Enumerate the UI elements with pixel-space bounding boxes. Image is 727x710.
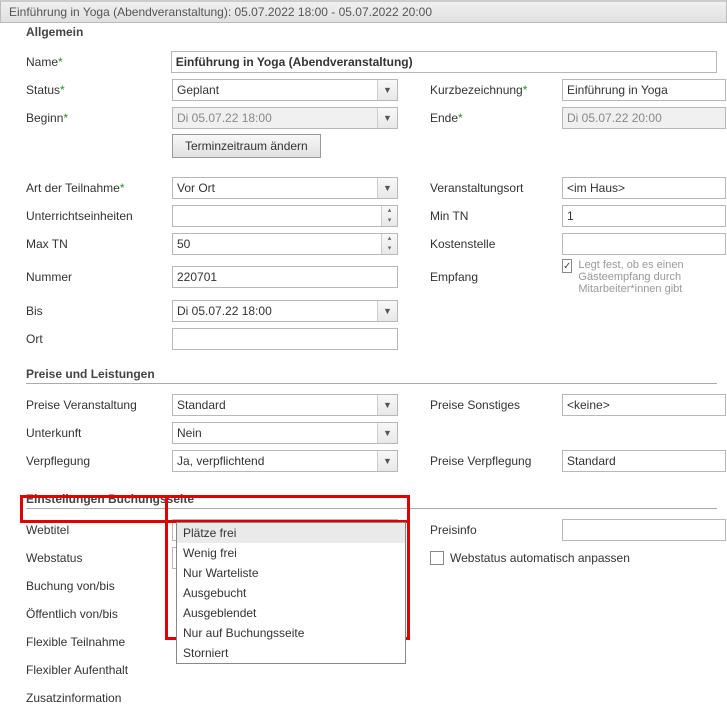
label-name: Name* xyxy=(26,55,171,69)
label-ende: Ende* xyxy=(430,111,562,125)
label-ps: Preise Sonstiges xyxy=(430,398,562,412)
label-ort: Ort xyxy=(26,332,172,346)
label-ue: Unterrichtseinheiten xyxy=(26,209,172,223)
section-allgemein: Allgemein xyxy=(26,23,717,41)
input-bis[interactable]: Di 05.07.22 18:00▼ xyxy=(172,300,398,322)
select-unterkunft[interactable]: Nein▼ xyxy=(172,422,398,444)
label-pverpflegung: Preise Verpflegung xyxy=(430,454,562,468)
webstatus-dropdown[interactable]: Plätze frei Wenig frei Nur Warteliste Au… xyxy=(176,522,406,664)
input-ort[interactable] xyxy=(172,328,398,350)
label-beginn: Beginn* xyxy=(26,111,172,125)
section-preise: Preise und Leistungen xyxy=(26,361,717,384)
select-pverpflegung[interactable]: Standard xyxy=(562,450,726,472)
input-kostenstelle[interactable] xyxy=(562,233,726,255)
label-veranstaltungsort: Veranstaltungsort xyxy=(430,181,562,195)
chevron-down-icon: ▼ xyxy=(377,423,397,443)
dropdown-option[interactable]: Wenig frei xyxy=(177,543,405,563)
chevron-down-icon: ▼ xyxy=(377,301,397,321)
label-webstatus-auto: Webstatus automatisch anpassen xyxy=(450,551,630,565)
label-flexteil: Flexible Teilnahme xyxy=(26,635,172,649)
input-nummer[interactable]: 220701 xyxy=(172,266,398,288)
dropdown-option[interactable]: Ausgebucht xyxy=(177,583,405,603)
dropdown-option[interactable]: Ausgeblendet xyxy=(177,603,405,623)
input-maxtn[interactable]: 50▴▾ xyxy=(172,233,398,255)
label-nummer: Nummer xyxy=(26,270,172,284)
select-ps[interactable]: <keine> xyxy=(562,394,726,416)
label-flexauf: Flexibler Aufenthalt xyxy=(26,663,172,677)
label-zusatz: Zusatzinformation xyxy=(26,691,172,705)
dropdown-option[interactable]: Nur Warteliste xyxy=(177,563,405,583)
label-unterkunft: Unterkunft xyxy=(26,426,172,440)
input-ue[interactable]: ▴▾ xyxy=(172,205,398,227)
window-titlebar: Einführung in Yoga (Abendveranstaltung):… xyxy=(0,0,727,23)
dropdown-option[interactable]: Storniert xyxy=(177,643,405,663)
select-veranstaltungsort[interactable]: <im Haus> xyxy=(562,177,726,199)
checkbox-webstatus-auto[interactable] xyxy=(430,551,444,565)
label-buchung: Buchung von/bis xyxy=(26,579,172,593)
label-mintn: Min TN xyxy=(430,209,562,223)
label-status: Status* xyxy=(26,83,172,97)
select-art[interactable]: Vor Ort▼ xyxy=(172,177,398,199)
label-maxtn: Max TN xyxy=(26,237,172,251)
button-terminzeitraum[interactable]: Terminzeitraum ändern xyxy=(172,134,321,158)
input-preisinfo[interactable] xyxy=(562,519,726,541)
chevron-down-icon: ▼ xyxy=(377,451,397,471)
chevron-down-icon: ▼ xyxy=(377,395,397,415)
dropdown-option[interactable]: Nur auf Buchungsseite xyxy=(177,623,405,643)
label-kurzbezeichnung: Kurzbezeichnung* xyxy=(430,83,562,97)
label-art: Art der Teilnahme* xyxy=(26,181,172,195)
hint-empfang: Legt fest, ob es einen Gästeempfang durc… xyxy=(578,259,726,295)
label-oeffentlich: Öffentlich von/bis xyxy=(26,607,172,621)
input-ende: Di 05.07.22 20:00 xyxy=(562,107,726,129)
spinner-icon[interactable]: ▴▾ xyxy=(381,234,397,254)
checkbox-empfang[interactable]: ✓ xyxy=(562,259,572,273)
label-kostenstelle: Kostenstelle xyxy=(430,237,562,251)
dropdown-option[interactable]: Plätze frei xyxy=(177,523,405,543)
select-verpflegung[interactable]: Ja, verpflichtend▼ xyxy=(172,450,398,472)
label-webtitel: Webtitel xyxy=(26,523,172,537)
input-name[interactable]: Einführung in Yoga (Abendveranstaltung) xyxy=(171,51,717,73)
label-preisinfo: Preisinfo xyxy=(430,523,562,537)
select-status[interactable]: Geplant▼ xyxy=(172,79,398,101)
label-bis: Bis xyxy=(26,304,172,318)
label-verpflegung: Verpflegung xyxy=(26,454,172,468)
input-beginn: Di 05.07.22 18:00▼ xyxy=(172,107,398,129)
input-kurzbezeichnung[interactable]: Einführung in Yoga xyxy=(562,79,726,101)
label-pv: Preise Veranstaltung xyxy=(26,398,172,412)
label-empfang: Empfang xyxy=(430,270,562,284)
section-buchung: Einstellungen Buchungsseite xyxy=(26,486,717,509)
select-pv[interactable]: Standard▼ xyxy=(172,394,398,416)
calendar-icon: ▼ xyxy=(377,108,397,128)
spinner-icon[interactable]: ▴▾ xyxy=(381,206,397,226)
chevron-down-icon: ▼ xyxy=(377,80,397,100)
input-mintn[interactable]: 1 xyxy=(562,205,726,227)
chevron-down-icon: ▼ xyxy=(377,178,397,198)
label-webstatus: Webstatus xyxy=(26,551,172,565)
